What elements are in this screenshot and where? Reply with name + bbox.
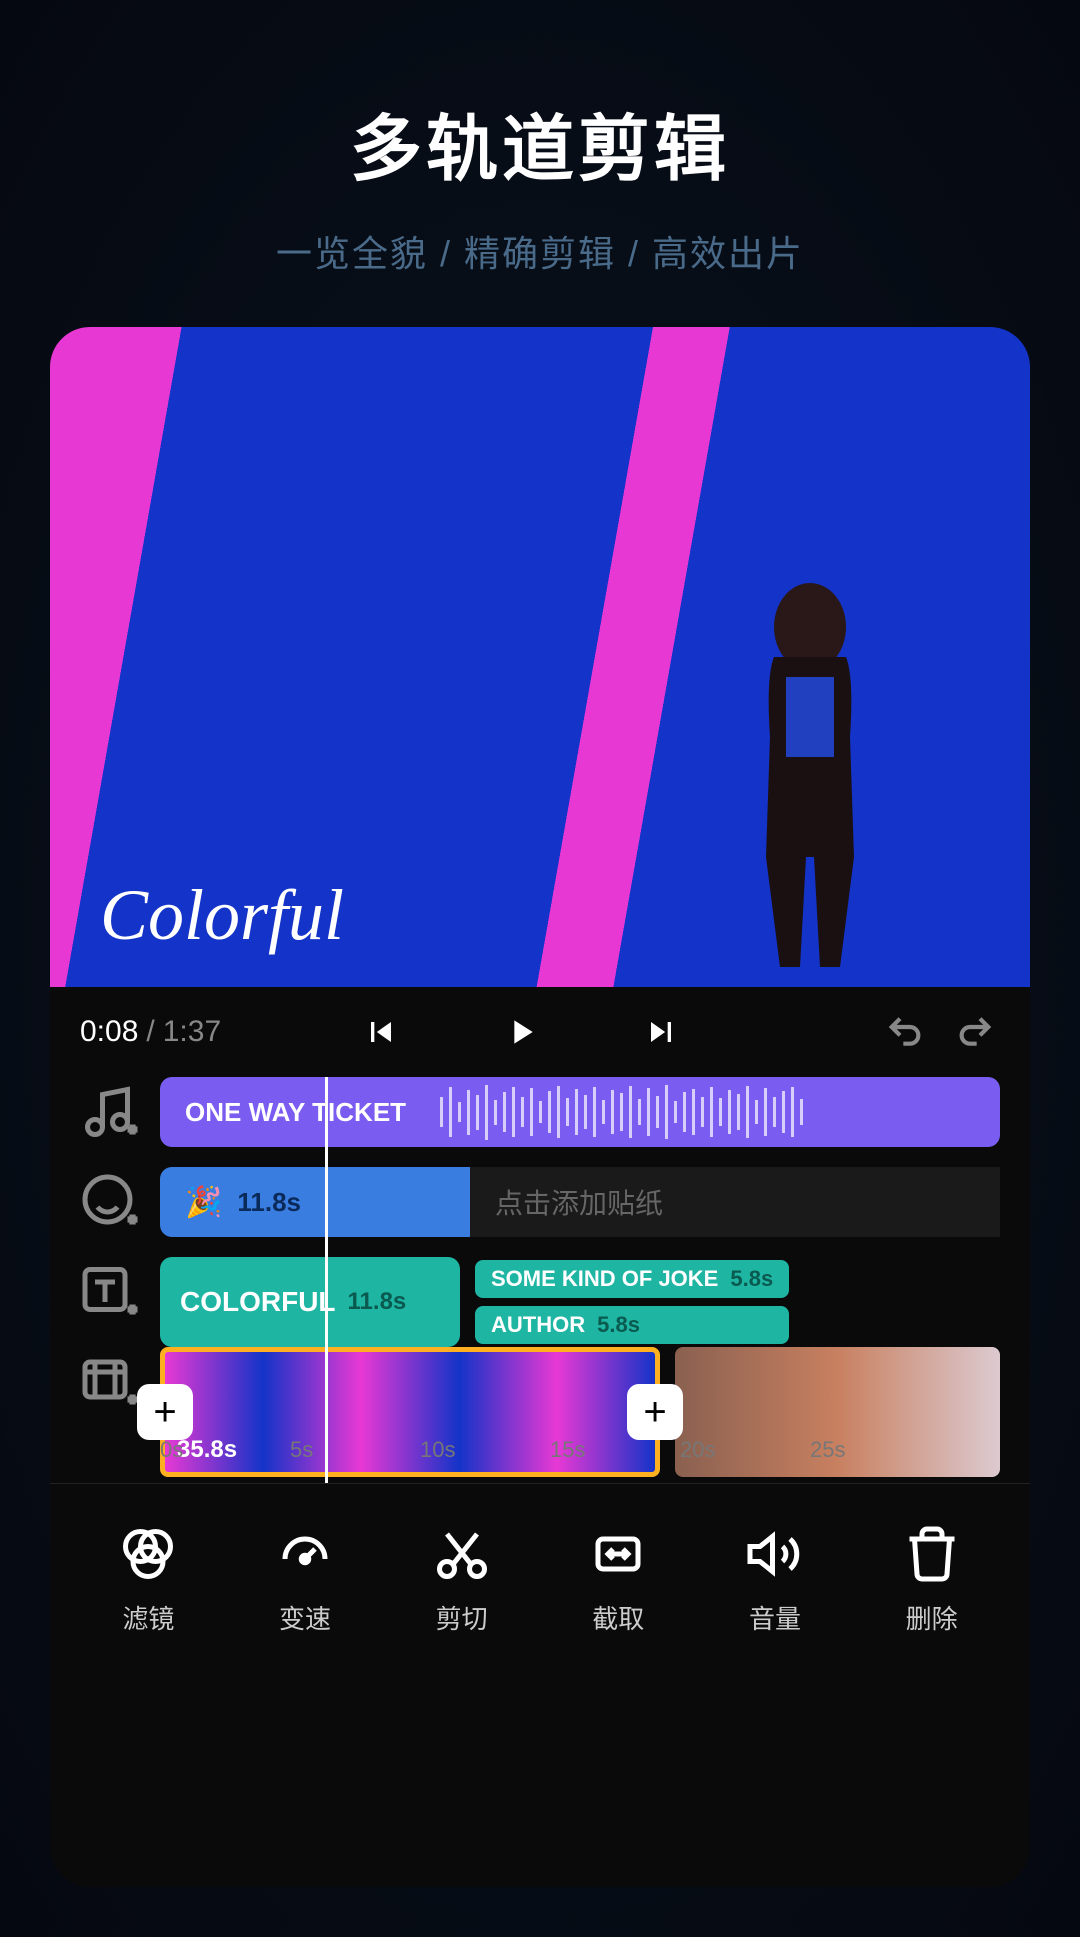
trim-tool[interactable]: 截取 (548, 1524, 688, 1636)
redo-button[interactable] (950, 1012, 1000, 1052)
speed-icon (275, 1524, 335, 1584)
sticker-clip[interactable]: 🎉 11.8s (160, 1167, 470, 1237)
scissors-icon (432, 1524, 492, 1584)
filter-icon (118, 1524, 178, 1584)
promo-title: 多轨道剪辑 (50, 90, 1030, 195)
promo-subtitle: 一览全貌 / 精确剪辑 / 高效出片 (50, 225, 1030, 277)
next-button[interactable] (641, 1012, 681, 1052)
delete-tool[interactable]: 删除 (862, 1524, 1002, 1636)
add-sticker-placeholder[interactable]: 点击添加贴纸 (470, 1167, 1000, 1237)
text-clip-secondary[interactable]: SOME KIND OF JOKE 5.8s (475, 1260, 789, 1298)
overlay-text: Colorful (100, 874, 344, 957)
text-clip-duration: 11.8s (348, 1288, 407, 1316)
video-editor: Colorful 0:08 / 1:37 (50, 327, 1030, 1887)
video-preview[interactable]: Colorful (50, 327, 1030, 987)
playback-bar: 0:08 / 1:37 (50, 987, 1030, 1077)
play-button[interactable] (501, 1012, 541, 1052)
text-clip-main[interactable]: COLORFUL 11.8s (160, 1257, 460, 1347)
total-time: 1:37 (163, 1015, 221, 1049)
trash-icon (902, 1524, 962, 1584)
trim-icon (588, 1524, 648, 1584)
text-clip-label: COLORFUL (180, 1286, 336, 1318)
add-clip-after-button[interactable]: + (627, 1384, 683, 1440)
promo-header: 多轨道剪辑 一览全貌 / 精确剪辑 / 高效出片 (50, 90, 1030, 277)
add-clip-before-button[interactable]: + (137, 1384, 193, 1440)
playhead[interactable] (325, 1077, 328, 1483)
prev-button[interactable] (361, 1012, 401, 1052)
bottom-toolbar: 滤镜 变速 剪切 截取 (50, 1483, 1030, 1666)
cut-tool[interactable]: 剪切 (392, 1524, 532, 1636)
text-clip-secondary[interactable]: AUTHOR 5.8s (475, 1306, 789, 1344)
add-text-icon[interactable] (80, 1262, 140, 1322)
add-sticker-icon[interactable] (80, 1172, 140, 1232)
filter-tool[interactable]: 滤镜 (78, 1524, 218, 1636)
time-ruler: 0s 5s 10s 15s 20s 25s (80, 1437, 1000, 1463)
current-time: 0:08 (80, 1015, 138, 1049)
add-audio-icon[interactable] (80, 1082, 140, 1142)
time-separator: / (146, 1015, 154, 1049)
audio-label: ONE WAY TICKET (185, 1097, 406, 1128)
volume-icon (745, 1524, 805, 1584)
add-video-icon[interactable] (80, 1352, 140, 1412)
timeline[interactable]: ONE WAY TICKET 🎉 11.8s (50, 1077, 1030, 1483)
volume-tool[interactable]: 音量 (705, 1524, 845, 1636)
time-display: 0:08 / 1:37 (80, 1015, 221, 1049)
audio-track[interactable]: ONE WAY TICKET (160, 1077, 1000, 1147)
waveform-icon (440, 1077, 1000, 1147)
undo-button[interactable] (880, 1012, 930, 1052)
speed-tool[interactable]: 变速 (235, 1524, 375, 1636)
person-silhouette-icon (710, 567, 910, 987)
sticker-emoji: 🎉 (185, 1185, 222, 1220)
sticker-duration: 11.8s (237, 1187, 301, 1218)
